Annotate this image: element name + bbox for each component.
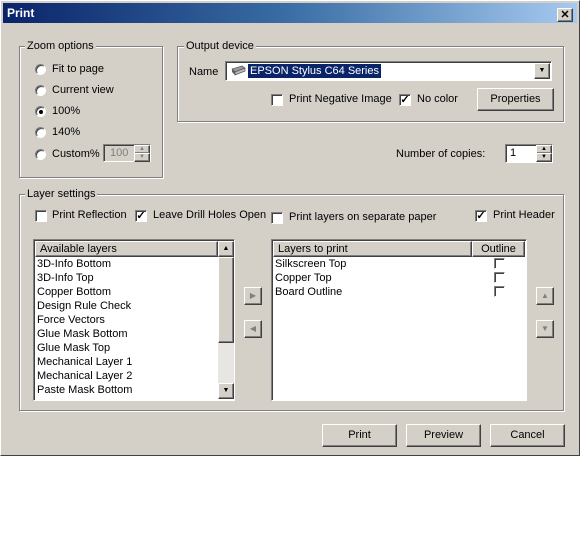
cancel-button[interactable]: Cancel [490,424,565,447]
scroll-up-icon: ▲ [222,245,230,252]
table-row[interactable]: Silkscreen Top [273,257,525,271]
list-item[interactable]: Glue Mask Top [35,341,218,355]
print-negative-label: Print Negative Image [289,93,392,105]
output-device-legend: Output device [184,40,256,52]
radio-fit-to-page[interactable] [35,64,46,75]
separate-paper-checkbox[interactable] [271,212,283,224]
fit-to-page-label: Fit to page [52,63,104,75]
cancel-label: Cancel [510,429,545,441]
preview-button[interactable]: Preview [406,424,481,447]
print-header-checkbox[interactable]: ✓ [475,210,487,222]
spin-up-icon: ▲ [139,146,145,152]
arrow-left-icon: ◀ [249,324,257,333]
radio-100-percent[interactable] [35,106,46,117]
custom-zoom-down-button[interactable]: ▼ [134,153,150,162]
copies-input[interactable]: 1 ▲ ▼ [505,144,553,163]
print-button[interactable]: Print [322,424,397,447]
leave-drill-holes-checkbox[interactable]: ✓ [135,210,147,222]
checkmark-icon: ✓ [476,210,486,222]
move-layer-up-button[interactable]: ▲ [536,287,554,305]
outline-checkbox[interactable] [494,272,505,283]
move-layer-down-button[interactable]: ▼ [536,320,554,338]
layer-name: Board Outline [275,286,343,298]
custom-zoom-value: 100 [110,147,129,159]
list-item[interactable]: Glue Mask Bottom [35,327,218,341]
layers-to-print-list[interactable]: Layers to print Outline Silkscreen Top Co… [271,239,527,401]
radio-current-view[interactable] [35,85,46,96]
layer-settings-legend: Layer settings [25,188,98,200]
outline-checkbox[interactable] [494,258,505,269]
copies-label: Number of copies: [396,148,486,160]
spin-up-icon: ▲ [541,146,547,152]
scrollbar-thumb[interactable] [218,257,234,343]
current-view-label: Current view [52,84,114,96]
list-item[interactable]: Paste Mask Bottom [35,383,218,397]
print-reflection-checkbox[interactable] [35,210,47,222]
selected-printer: EPSON Stylus C64 Series [247,63,382,79]
table-row[interactable]: Board Outline [273,285,525,299]
no-color-checkbox[interactable]: ✓ [399,94,411,106]
leave-drill-holes-label: Leave Drill Holes Open [153,209,267,221]
print-reflection-label: Print Reflection [52,209,127,221]
available-layers-items: 3D-Info Bottom 3D-Info Top Copper Bottom De… [35,257,218,397]
layer-name: Copper Top [275,272,332,284]
arrow-right-icon: ▶ [249,291,257,300]
window-title: Print [7,6,35,20]
list-item[interactable]: 3D-Info Bottom [35,257,218,271]
close-icon: ✕ [560,9,570,21]
outline-checkbox[interactable] [494,286,505,297]
spin-down-icon: ▼ [139,154,145,160]
add-layer-button[interactable]: ▶ [244,287,262,305]
arrow-down-icon: ▼ [541,324,549,333]
printer-select[interactable]: EPSON Stylus C64 Series ▼ [225,61,552,81]
list-item[interactable]: Design Rule Check [35,299,218,313]
scroll-down-button[interactable]: ▼ [218,383,234,399]
chevron-down-icon: ▼ [538,67,546,74]
140-percent-label: 140% [52,126,81,138]
available-layers-scrollbar[interactable]: ▲ ▼ [218,241,234,399]
available-layers-header[interactable]: Available layers [35,241,218,257]
scroll-up-button[interactable]: ▲ [218,241,234,257]
close-button[interactable]: ✕ [557,8,573,22]
properties-label: Properties [490,93,541,105]
list-item[interactable]: Copper Bottom [35,285,218,299]
arrow-up-icon: ▲ [541,291,549,300]
no-color-label: No color [417,93,458,105]
outline-column-header[interactable]: Outline [472,241,525,257]
available-layers-list[interactable]: Available layers 3D-Info Bottom 3D-Info T… [33,239,235,401]
properties-button[interactable]: Properties [477,88,554,111]
table-row[interactable]: Copper Top [273,271,525,285]
spin-down-icon: ▼ [541,154,547,160]
printer-dropdown-button[interactable]: ▼ [534,63,550,79]
copies-value: 1 [510,147,517,159]
remove-layer-button[interactable]: ◀ [244,320,262,338]
title-bar: Print ✕ [3,3,577,23]
copies-down-button[interactable]: ▼ [536,153,552,162]
list-item[interactable]: Force Vectors [35,313,218,327]
layers-to-print-header[interactable]: Layers to print [273,241,472,257]
print-negative-checkbox[interactable] [271,94,283,106]
zoom-options-legend: Zoom options [25,40,96,52]
checkmark-icon: ✓ [400,94,410,106]
separate-paper-label: Print layers on separate paper [289,211,437,223]
printer-icon [230,65,246,76]
printer-name-label: Name [189,66,219,78]
checkmark-icon: ✓ [136,210,146,222]
layers-to-print-items: Silkscreen Top Copper Top Board Outline [273,257,525,299]
100-percent-label: 100% [52,105,81,117]
custom-zoom-input[interactable]: 100 ▲ ▼ [103,144,151,162]
print-label: Print [348,429,371,441]
list-item[interactable]: Mechanical Layer 1 [35,355,218,369]
print-header-label: Print Header [493,209,555,221]
preview-label: Preview [423,429,464,441]
radio-140-percent[interactable] [35,127,46,138]
radio-custom-percent[interactable] [35,149,46,160]
custom-percent-label: Custom% [52,148,100,160]
list-item[interactable]: Mechanical Layer 2 [35,369,218,383]
print-dialog: Print ✕ Zoom options Fit to page Current… [0,0,580,456]
layer-name: Silkscreen Top [275,258,347,270]
list-item[interactable]: 3D-Info Top [35,271,218,285]
scroll-down-icon: ▼ [222,387,230,394]
